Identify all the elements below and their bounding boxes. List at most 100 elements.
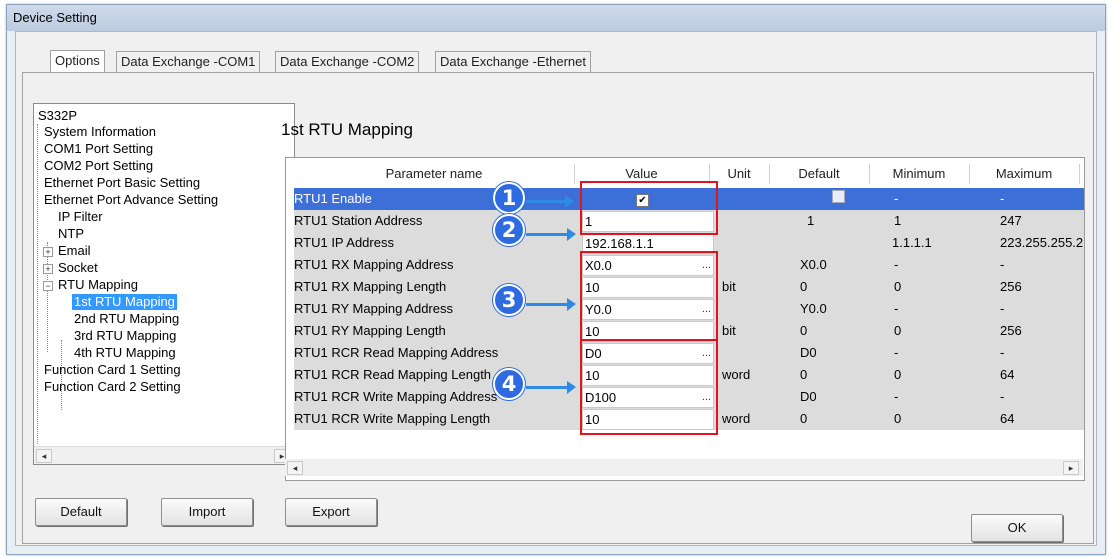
parameter-name: RTU1 Enable (294, 191, 372, 206)
device-setting-window: Device Setting Options Data Exchange -CO… (6, 4, 1106, 555)
unit-value: bit (722, 323, 736, 338)
tab-data-exchange-ethernet[interactable]: Data Exchange -Ethernet (435, 51, 591, 72)
parameter-name: RTU1 RX Mapping Length (294, 279, 447, 294)
tree-item-function-card-1[interactable]: Function Card 1 Setting (44, 362, 181, 378)
maximum-value: 64 (1000, 367, 1015, 382)
expand-icon[interactable]: + (43, 264, 53, 274)
callout-badge-1: 1 (493, 182, 525, 214)
callout-badge-3: 3 (493, 284, 525, 316)
column-header-minimum[interactable]: Minimum (869, 164, 970, 184)
tree-item-ip-filter[interactable]: IP Filter (58, 209, 103, 225)
scroll-left-icon[interactable]: ◂ (36, 449, 52, 463)
default-value: X0.0 (800, 257, 827, 272)
tree-item-1st-rtu-mapping[interactable]: 1st RTU Mapping (72, 294, 177, 310)
minimum-value: - (894, 389, 899, 404)
minimum-value: 0 (894, 323, 902, 338)
minimum-value: 0 (894, 411, 902, 426)
scroll-left-icon[interactable]: ◂ (287, 461, 303, 475)
highlight-box (580, 339, 718, 435)
minimum-value: - (894, 257, 899, 272)
maximum-value: - (1000, 345, 1005, 360)
tab-data-exchange-com2[interactable]: Data Exchange -COM2 (275, 51, 420, 72)
default-value: 0 (800, 323, 808, 338)
export-button[interactable]: Export (285, 498, 377, 526)
unit-value: word (722, 367, 751, 382)
callout-arrow-icon (526, 195, 574, 208)
tree-item-socket[interactable]: Socket (58, 260, 98, 276)
minimum-value: - (894, 345, 899, 360)
callout-arrow-icon (526, 298, 576, 311)
tree-item-3rd-rtu-mapping[interactable]: 3rd RTU Mapping (74, 328, 176, 344)
highlight-box (580, 251, 718, 341)
column-header-parameter-name[interactable]: Parameter name (294, 164, 575, 184)
parameter-name: RTU1 RX Mapping Address (294, 257, 454, 272)
column-header-maximum[interactable]: Maximum (969, 164, 1080, 184)
tree-item-function-card-2[interactable]: Function Card 2 Setting (44, 379, 181, 395)
minimum-value: 0 (894, 279, 902, 294)
tree-horizontal-scrollbar[interactable]: ◂ ▸ (34, 446, 294, 464)
tree-guide-line (47, 242, 48, 352)
parameter-name: RTU1 RCR Write Mapping Length (294, 411, 491, 426)
minimum-value: 0 (894, 367, 902, 382)
tree-root-s332p[interactable]: S332P (38, 108, 77, 124)
minimum-value: 1.1.1.1 (892, 235, 932, 250)
parameter-grid: Parameter name Value Unit Default Minimu… (285, 157, 1085, 481)
column-header-default[interactable]: Default (769, 164, 870, 184)
ok-button[interactable]: OK (971, 514, 1063, 542)
minimum-value: - (894, 301, 899, 316)
options-tab-page: S332P System Information COM1 Port Setti… (22, 72, 1094, 544)
maximum-value: 223.255.255.2 (1000, 235, 1084, 250)
minimum-value: - (894, 191, 899, 206)
collapse-icon[interactable]: − (43, 281, 53, 291)
minimum-value: 1 (894, 213, 902, 228)
callout-badge-4: 4 (493, 368, 525, 400)
default-value: D0 (800, 389, 817, 404)
maximum-value: 256 (1000, 279, 1022, 294)
tree-item-com2-port-setting[interactable]: COM2 Port Setting (44, 158, 153, 174)
tree-item-rtu-mapping[interactable]: RTU Mapping (58, 277, 138, 293)
default-value: 1 (807, 213, 815, 228)
parameter-name: RTU1 RY Mapping Length (294, 323, 446, 338)
parameter-name: RTU1 RCR Write Mapping Address (294, 389, 498, 404)
parameter-name: RTU1 Station Address (294, 213, 423, 228)
default-value: 0 (800, 411, 808, 426)
tree-guide-line (37, 124, 38, 444)
import-button[interactable]: Import (161, 498, 253, 526)
parameter-name: RTU1 RY Mapping Address (294, 301, 453, 316)
expand-icon[interactable]: + (43, 247, 53, 257)
tree-item-ethernet-basic[interactable]: Ethernet Port Basic Setting (44, 175, 200, 191)
callout-badge-2: 2 (493, 214, 525, 246)
tab-data-exchange-com1[interactable]: Data Exchange -COM1 (116, 51, 261, 72)
section-title: 1st RTU Mapping (281, 120, 413, 139)
maximum-value: - (1000, 389, 1005, 404)
maximum-value: - (1000, 257, 1005, 272)
default-value: 0 (800, 367, 808, 382)
default-checkbox-icon (832, 190, 845, 203)
maximum-value: 64 (1000, 411, 1015, 426)
default-value: 0 (800, 279, 808, 294)
tree-item-2nd-rtu-mapping[interactable]: 2nd RTU Mapping (74, 311, 179, 327)
tree-item-com1-port-setting[interactable]: COM1 Port Setting (44, 141, 153, 157)
parameter-name: RTU1 RCR Read Mapping Address (294, 345, 499, 360)
maximum-value: 247 (1000, 213, 1022, 228)
grid-horizontal-scrollbar[interactable]: ◂ ▸ (285, 459, 1083, 476)
tab-options[interactable]: Options (50, 50, 105, 73)
tree-item-ntp[interactable]: NTP (58, 226, 84, 242)
callout-arrow-icon (526, 228, 576, 241)
unit-value: word (722, 411, 751, 426)
tree-item-system-information[interactable]: System Information (44, 124, 156, 140)
settings-tree[interactable]: S332P System Information COM1 Port Setti… (33, 103, 295, 465)
highlight-box (580, 181, 718, 235)
title-bar[interactable]: Device Setting (7, 5, 1105, 31)
maximum-value: - (1000, 191, 1005, 206)
tree-item-ethernet-advance[interactable]: Ethernet Port Advance Setting (44, 192, 218, 208)
callout-arrow-icon (526, 381, 576, 394)
scroll-right-icon[interactable]: ▸ (1063, 461, 1079, 475)
column-header-unit[interactable]: Unit (709, 164, 770, 184)
default-button[interactable]: Default (35, 498, 127, 526)
default-value: D0 (800, 345, 817, 360)
tree-item-email[interactable]: Email (58, 243, 91, 259)
tree-item-4th-rtu-mapping[interactable]: 4th RTU Mapping (74, 345, 176, 361)
maximum-value: - (1000, 301, 1005, 316)
dialog-client: Options Data Exchange -COM1 Data Exchang… (15, 31, 1097, 546)
